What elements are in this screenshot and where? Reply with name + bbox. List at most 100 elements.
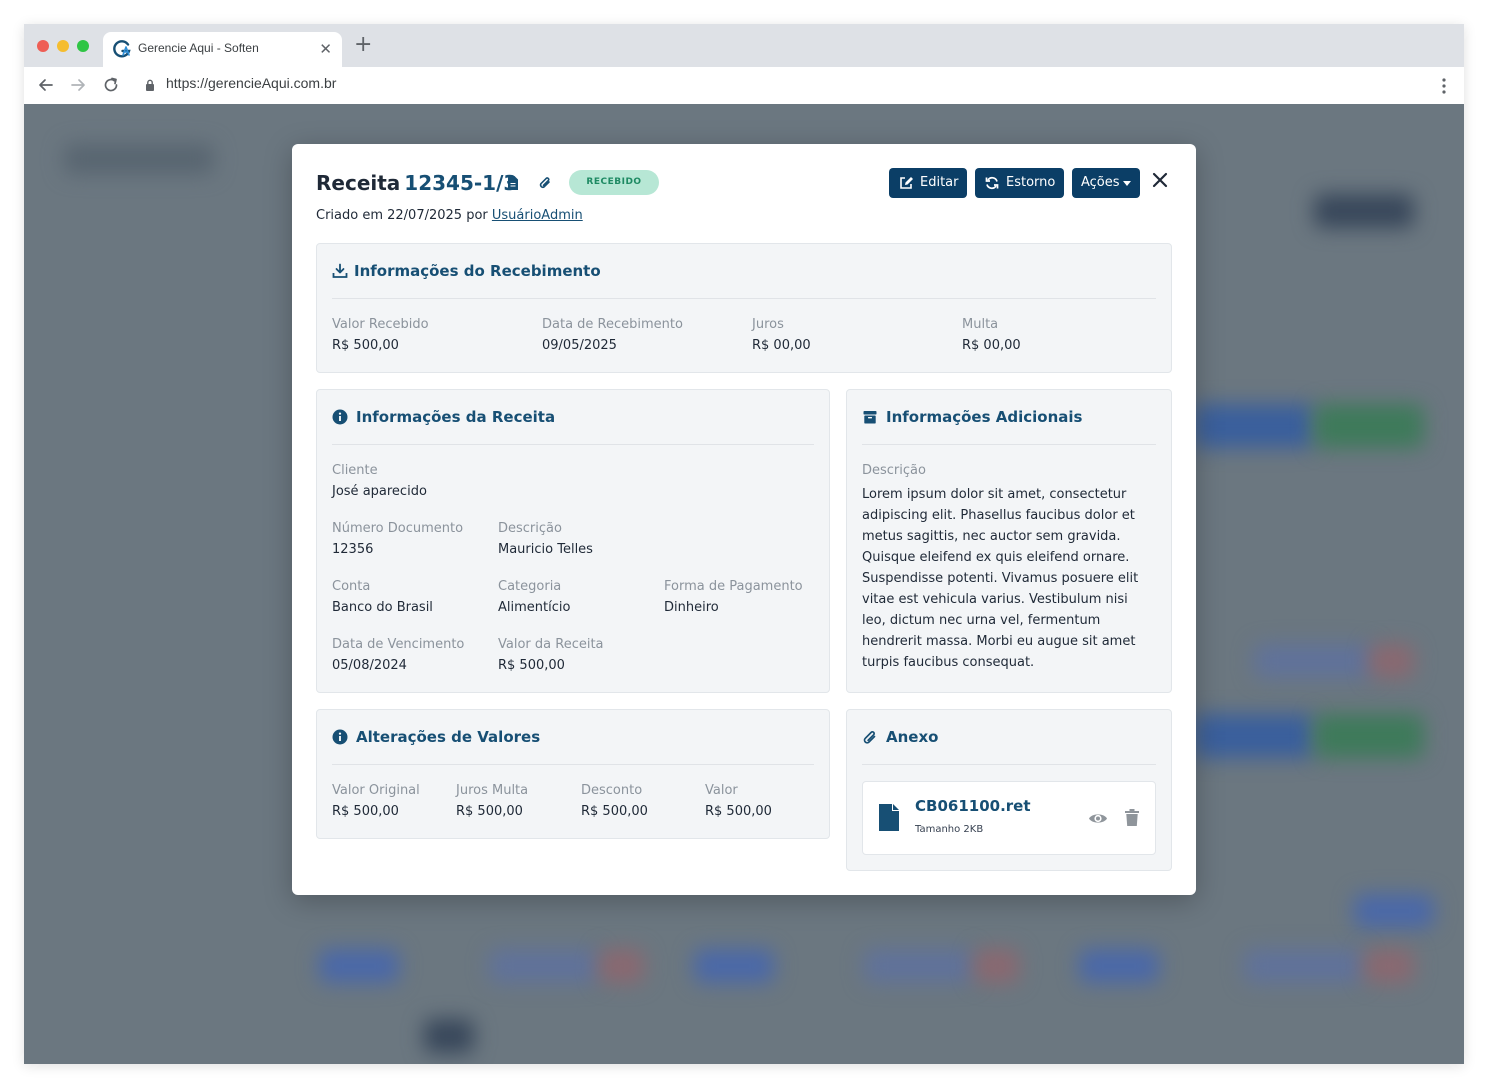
field-label-multa: Multa [962, 317, 999, 332]
forward-arrow-icon[interactable] [68, 75, 88, 95]
window-close-control[interactable] [37, 40, 49, 52]
field-label-descricao-adicional: Descrição [862, 463, 926, 478]
field-value-multa: R$ 00,00 [962, 338, 1021, 353]
address-bar-url[interactable]: https://gerencieAqui.com.br [166, 75, 336, 91]
sync-icon [985, 176, 999, 190]
field-label-valor: Valor [705, 783, 738, 798]
blurred-background-shape [1079, 949, 1159, 983]
field-label-conta: Conta [332, 579, 371, 594]
field-value-data-recebimento: 09/05/2025 [542, 338, 617, 353]
reload-icon[interactable] [101, 75, 121, 95]
divider [332, 764, 814, 765]
field-label-juros: Juros [752, 317, 784, 332]
field-label-numero-documento: Número Documento [332, 521, 464, 536]
actions-button-label: Ações [1081, 175, 1120, 190]
created-text: Criado em 22/07/2025 por [316, 208, 488, 223]
field-value-conta: Banco do Brasil [332, 600, 433, 615]
field-value-valor: R$ 500,00 [705, 804, 772, 819]
info-icon [332, 729, 348, 745]
blurred-background-shape [1314, 194, 1414, 228]
blurred-background-shape [974, 949, 1019, 983]
card-title-receita: Informações da Receita [356, 408, 556, 426]
tab-title: Gerencie Aqui - Soften [138, 41, 259, 55]
info-icon [332, 409, 348, 425]
divider [862, 764, 1156, 765]
field-value-forma-pagamento: Dinheiro [664, 600, 719, 615]
back-arrow-icon[interactable] [36, 75, 56, 95]
lock-icon [146, 79, 154, 91]
blurred-background-shape [64, 144, 214, 174]
field-value-juros: R$ 00,00 [752, 338, 811, 353]
attachment-file-size: Tamanho 2KB [915, 824, 984, 835]
card-title-adicionais: Informações Adicionais [886, 408, 1083, 426]
blurred-background-shape [489, 949, 599, 983]
new-tab-icon[interactable]: + [354, 34, 372, 56]
actions-dropdown-button[interactable]: Ações [1072, 168, 1140, 198]
blurred-background-shape [694, 949, 774, 983]
edit-button-label: Editar [920, 175, 959, 190]
card-title-recebimento: Informações do Recebimento [354, 262, 601, 280]
field-label-desconto: Desconto [581, 783, 643, 798]
field-label-descricao: Descrição [498, 521, 562, 536]
card-title-anexo: Anexo [886, 728, 939, 746]
window-maximize-control[interactable] [77, 40, 89, 52]
field-label-data-recebimento: Data de Recebimento [542, 317, 683, 332]
field-label-valor-original: Valor Original [332, 783, 420, 798]
field-label-valor-recebido: Valor Recebido [332, 317, 429, 332]
field-label-juros-multa: Juros Multa [456, 783, 529, 798]
status-badge: RECEBIDO [569, 170, 659, 195]
card-adicionais: Informações Adicionais Descrição Lorem i… [846, 389, 1172, 693]
card-receita: Informações da Receita Cliente José apar… [316, 389, 830, 693]
divider [332, 298, 1156, 299]
blurred-background-shape [599, 949, 644, 983]
attachment-file-name[interactable]: CB061100.ret [915, 797, 1031, 815]
tab-close-icon[interactable]: ✕ [319, 41, 332, 57]
field-value-valor-receita: R$ 500,00 [498, 658, 565, 673]
refund-button[interactable]: Estorno [975, 168, 1064, 198]
blurred-background-shape [424, 1019, 474, 1053]
field-value-cliente: José aparecido [332, 484, 427, 499]
field-value-juros-multa: R$ 500,00 [456, 804, 523, 819]
browser-toolbar: https://gerencieAqui.com.br [24, 67, 1464, 105]
card-recebimento: Informações do Recebimento Valor Recebid… [316, 243, 1172, 373]
download-icon [332, 263, 348, 278]
field-value-valor-recebido: R$ 500,00 [332, 338, 399, 353]
archive-box-icon [863, 411, 877, 424]
modal-title-prefix: Receita [316, 171, 401, 195]
blurred-background-shape [1369, 644, 1414, 678]
divider [332, 444, 814, 445]
edit-button[interactable]: Editar [889, 168, 967, 198]
field-label-forma-pagamento: Forma de Pagamento [664, 579, 803, 594]
blurred-background-shape [1314, 714, 1424, 758]
modal-title-code: 12345-1/3 [404, 171, 518, 195]
field-value-categoria: Alimentício [498, 600, 571, 615]
field-label-cliente: Cliente [332, 463, 378, 478]
blurred-background-shape [1314, 404, 1424, 448]
blurred-background-shape [864, 949, 974, 983]
trash-icon[interactable] [1125, 809, 1139, 826]
field-value-numero-documento: 12356 [332, 542, 374, 557]
document-icon[interactable] [506, 175, 520, 191]
blurred-background-shape [1244, 949, 1364, 983]
field-value-descricao: Mauricio Telles [498, 542, 593, 557]
field-value-data-vencimento: 05/08/2024 [332, 658, 407, 673]
caret-down-icon [1123, 181, 1131, 186]
browser-tab-bar: Gerencie Aqui - Soften ✕ + [24, 24, 1464, 67]
blurred-background-shape [319, 949, 399, 983]
window-minimize-control[interactable] [57, 40, 69, 52]
eye-icon[interactable] [1088, 811, 1108, 826]
created-info: Criado em 22/07/2025 por UsuárioAdmin [316, 208, 583, 223]
description-text: Lorem ipsum dolor sit amet, consectetur … [862, 487, 1139, 670]
created-user-link[interactable]: UsuárioAdmin [492, 208, 583, 223]
divider [862, 444, 1156, 445]
page-viewport: Receita 12345-1/3 RECEBIDO Criado em 22/0… [24, 104, 1464, 1064]
paperclip-icon[interactable] [538, 175, 552, 191]
field-label-valor-receita: Valor da Receita [498, 637, 604, 652]
close-modal-icon[interactable] [1151, 171, 1169, 189]
modal-title: Receita 12345-1/3 [316, 171, 517, 195]
refund-button-label: Estorno [1006, 175, 1056, 190]
browser-tab[interactable]: Gerencie Aqui - Soften ✕ [103, 32, 342, 67]
blurred-background-shape [1194, 404, 1314, 448]
more-options-icon[interactable] [1442, 77, 1446, 95]
blurred-background-shape [1254, 644, 1374, 678]
